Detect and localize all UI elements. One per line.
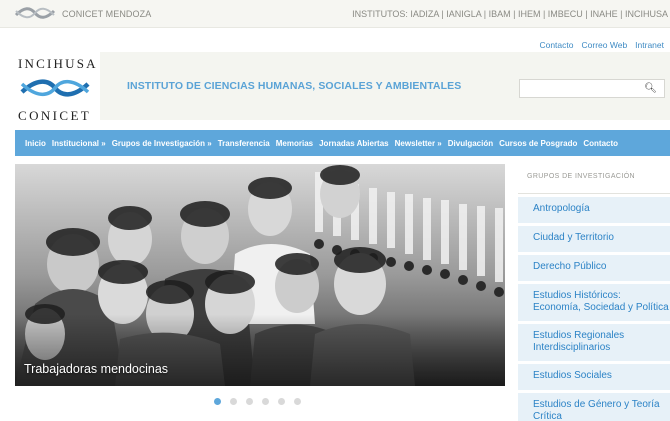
- slide-dot-1[interactable]: [214, 398, 221, 405]
- site-logo[interactable]: INCIHUSA CONICET: [18, 56, 100, 124]
- hero-photo: [15, 164, 505, 386]
- nav-item-grupos[interactable]: Grupos de Investigación »: [112, 139, 212, 148]
- conicet-logo-icon: [20, 79, 90, 97]
- page-title: INSTITUTO DE CIENCIAS HUMANAS, SOCIALES …: [127, 80, 462, 92]
- nav-item-inicio[interactable]: Inicio: [25, 139, 46, 148]
- sidebar-item-ciudad-territorio[interactable]: Ciudad y Territorio: [518, 226, 670, 252]
- slide-caption: Trabajadoras mendocinas: [24, 362, 169, 376]
- logo-text-incihusa: INCIHUSA: [18, 56, 98, 71]
- sidebar-title: GRUPOS DE INVESTIGACIÓN: [518, 164, 670, 194]
- search-input[interactable]: 🔍︎: [519, 79, 665, 98]
- nav-item-memorias[interactable]: Memorias: [276, 139, 313, 148]
- slide-dot-5[interactable]: [278, 398, 285, 405]
- nav-item-jornadas[interactable]: Jornadas Abiertas: [319, 139, 389, 148]
- nav-item-cursos[interactable]: Cursos de Posgrado: [499, 139, 577, 148]
- nav-item-institucional[interactable]: Institucional »: [52, 139, 106, 148]
- sidebar-item-antropologia[interactable]: Antropología: [518, 197, 670, 223]
- util-link-contacto[interactable]: Contacto: [539, 40, 573, 50]
- slide-dot-4[interactable]: [262, 398, 269, 405]
- sidebar-item-estudios-historicos[interactable]: Estudios Históricos: Economía, Sociedad …: [518, 284, 670, 321]
- search-icon[interactable]: 🔍︎: [644, 83, 657, 94]
- sidebar-item-derecho-publico[interactable]: Derecho Público: [518, 255, 670, 281]
- utility-links: Contacto Correo Web Intranet: [539, 40, 664, 50]
- nav-item-divulgacion[interactable]: Divulgación: [448, 139, 493, 148]
- site-label[interactable]: CONICET MENDOZA: [62, 9, 151, 19]
- logo-text-conicet: CONICET: [18, 108, 92, 123]
- util-link-intranet[interactable]: Intranet: [635, 40, 664, 50]
- hero-slider[interactable]: [15, 164, 505, 386]
- main-nav: Inicio Institucional » Grupos de Investi…: [15, 130, 670, 156]
- nav-item-newsletter[interactable]: Newsletter »: [395, 139, 442, 148]
- nav-item-contacto[interactable]: Contacto: [583, 139, 618, 148]
- institutes-links[interactable]: INSTITUTOS: IADIZA | IANIGLA | IBAM | IH…: [352, 9, 668, 19]
- slider-pagination: [214, 398, 301, 405]
- nav-item-transferencia[interactable]: Transferencia: [218, 139, 270, 148]
- conicet-mini-logo-icon[interactable]: [14, 5, 56, 21]
- slide-dot-2[interactable]: [230, 398, 237, 405]
- slide-dot-3[interactable]: [246, 398, 253, 405]
- sidebar-item-estudios-sociales[interactable]: Estudios Sociales: [518, 364, 670, 390]
- sidebar-item-estudios-genero[interactable]: Estudios de Género y Teoría Crítica: [518, 393, 670, 421]
- sidebar-item-estudios-regionales[interactable]: Estudios Regionales Interdisciplinarios: [518, 324, 670, 361]
- util-link-correo-web[interactable]: Correo Web: [582, 40, 628, 50]
- top-bar: CONICET MENDOZA INSTITUTOS: IADIZA | IAN…: [0, 0, 670, 28]
- slide-dot-6[interactable]: [294, 398, 301, 405]
- sidebar-research-groups: GRUPOS DE INVESTIGACIÓN Antropología Ciu…: [518, 164, 670, 421]
